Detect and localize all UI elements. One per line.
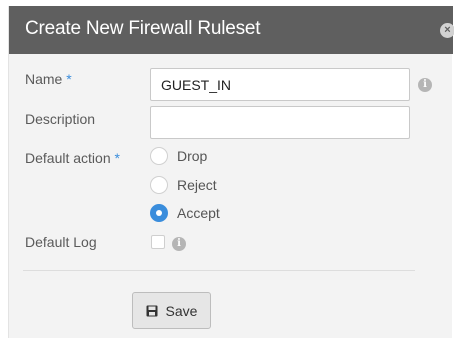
- description-input[interactable]: [150, 106, 410, 139]
- dialog-title: Create New Firewall Ruleset: [25, 18, 261, 39]
- info-icon[interactable]: i: [418, 78, 432, 92]
- radio-reject[interactable]: [150, 176, 168, 194]
- radio-label-reject: Reject: [177, 177, 217, 193]
- name-input[interactable]: [150, 68, 410, 101]
- radio-drop[interactable]: [150, 147, 168, 165]
- info-icon[interactable]: i: [172, 237, 186, 251]
- radio-label-drop: Drop: [177, 148, 208, 164]
- required-marker: *: [114, 150, 120, 166]
- radio-option-accept[interactable]: Accept: [150, 203, 220, 223]
- dialog-titlebar: Create New Firewall Ruleset ×: [9, 6, 454, 54]
- default-log-checkbox[interactable]: [151, 235, 165, 249]
- name-label: Name *: [25, 71, 72, 87]
- required-marker: *: [66, 71, 72, 87]
- radio-label-accept: Accept: [177, 205, 220, 221]
- description-label: Description: [25, 111, 96, 127]
- firewall-ruleset-dialog: Create New Firewall Ruleset × Name * i D…: [8, 6, 454, 338]
- floppy-disk-icon: [146, 305, 158, 316]
- default-action-label-text: Default action: [25, 150, 111, 166]
- save-button[interactable]: Save: [132, 292, 211, 329]
- default-log-label: Default Log: [25, 234, 97, 250]
- radio-option-reject[interactable]: Reject: [150, 175, 217, 195]
- radio-option-drop[interactable]: Drop: [150, 146, 207, 166]
- divider: [23, 270, 415, 271]
- radio-accept[interactable]: [150, 204, 168, 222]
- default-action-label: Default action *: [25, 150, 120, 166]
- close-icon[interactable]: ×: [440, 23, 454, 38]
- name-label-text: Name: [25, 71, 63, 87]
- save-label: Save: [165, 302, 198, 319]
